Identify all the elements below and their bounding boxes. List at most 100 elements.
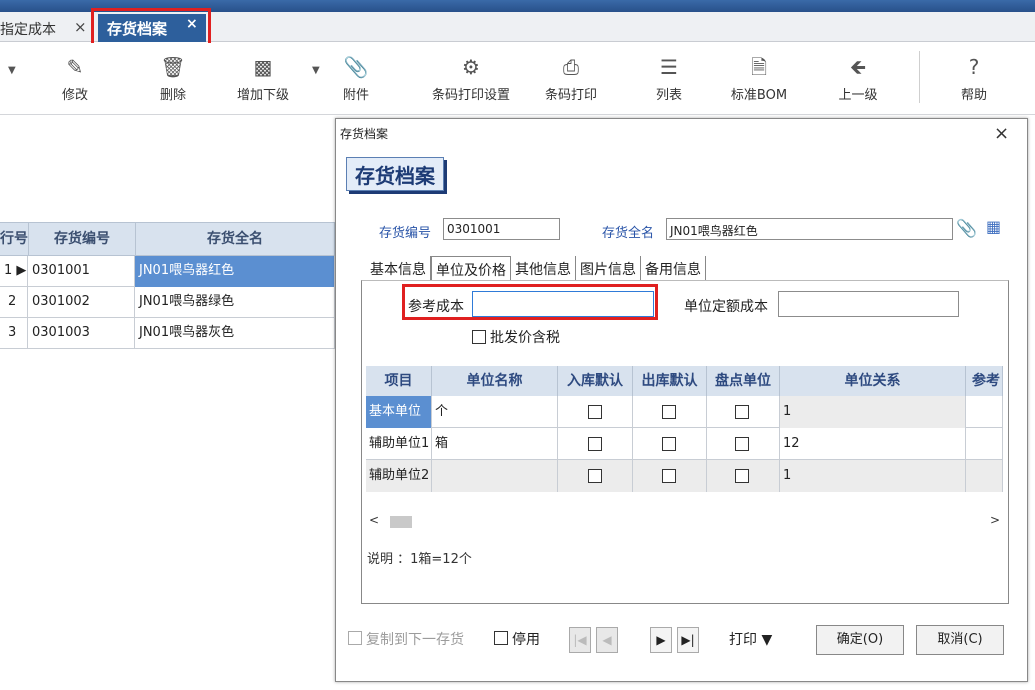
ok-button[interactable]: 确定(O) bbox=[816, 625, 904, 655]
wholesale-tax-checkbox[interactable] bbox=[472, 330, 486, 344]
unit-relation[interactable]: 1 bbox=[780, 460, 966, 492]
delete-button[interactable]: 🗑 删除 bbox=[152, 55, 194, 103]
attachment-icon[interactable]: 📎 bbox=[956, 219, 977, 239]
row-name: JN01喂鸟器灰色 bbox=[135, 318, 335, 349]
cancel-button[interactable]: 取消(C) bbox=[916, 625, 1004, 655]
code-field[interactable]: 0301001 bbox=[443, 218, 560, 240]
horizontal-scrollbar[interactable]: < > bbox=[366, 513, 1003, 531]
disable-checkbox[interactable] bbox=[494, 631, 508, 645]
in-default-checkbox[interactable] bbox=[588, 469, 602, 483]
table-row[interactable]: 基本单位 个 1 bbox=[366, 396, 1003, 428]
in-default-cell bbox=[558, 460, 633, 492]
prev-record-icon[interactable]: ◀ bbox=[596, 627, 618, 653]
edit-button[interactable]: ✎ 修改 bbox=[54, 55, 96, 103]
next-record-icon[interactable]: ▶ bbox=[650, 627, 672, 653]
unit-note: 说明 ：1箱=12个 bbox=[367, 552, 472, 567]
row-name: JN01喂鸟器绿色 bbox=[135, 287, 335, 318]
row-no: 3 bbox=[0, 318, 28, 349]
disable-label: 停用 bbox=[512, 632, 540, 648]
unit-price-panel: 参考成本 单位定额成本 批发价含税 项目 单位名称 入库默认 出库默认 盘点单位… bbox=[361, 280, 1009, 604]
scroll-right-icon[interactable]: > bbox=[990, 513, 1000, 527]
copy-next-checkbox[interactable] bbox=[348, 631, 362, 645]
tab-prev[interactable]: 指定成本 bbox=[0, 19, 56, 39]
table-row[interactable]: 辅助单位1 箱 12 bbox=[366, 428, 1003, 460]
col-header-row-no[interactable]: 行号 bbox=[0, 222, 29, 256]
unit-relation[interactable]: 1 bbox=[780, 396, 966, 428]
in-default-cell bbox=[558, 428, 633, 460]
subtab-bar: 基本信息 单位及价格 其他信息 图片信息 备用信息 bbox=[366, 256, 706, 280]
up-level-button[interactable]: 🡸 上一级 bbox=[832, 55, 884, 103]
col-header-name[interactable]: 存货全名 bbox=[135, 222, 335, 256]
attachment-button[interactable]: 📎 附件 bbox=[326, 55, 386, 103]
dropdown-arrow-icon[interactable]: ▼ bbox=[8, 65, 16, 76]
unit-name[interactable]: 个 bbox=[432, 396, 558, 428]
col-header-unit-name[interactable]: 单位名称 bbox=[432, 366, 558, 396]
add-sublevel-button[interactable]: ▩ 增加下级 bbox=[232, 55, 294, 103]
standard-bom-button[interactable]: 🗎 标准BOM bbox=[728, 55, 790, 103]
row-code: 0301002 bbox=[28, 287, 135, 318]
scroll-thumb[interactable] bbox=[390, 516, 412, 528]
last-record-icon[interactable]: ▶| bbox=[677, 627, 699, 653]
name-label: 存货全名 bbox=[602, 226, 655, 241]
table-row[interactable]: 1 ▶ 0301001 JN01喂鸟器红色 bbox=[0, 256, 335, 287]
stocktake-unit-checkbox[interactable] bbox=[735, 437, 749, 451]
out-default-checkbox[interactable] bbox=[662, 437, 676, 451]
tab-other-info[interactable]: 其他信息 bbox=[511, 256, 576, 280]
tab-prev-close-icon[interactable]: × bbox=[74, 18, 87, 36]
col-header-reference[interactable]: 参考 bbox=[966, 366, 1003, 396]
col-header-in-default[interactable]: 入库默认 bbox=[558, 366, 633, 396]
unit-reference[interactable] bbox=[966, 396, 1003, 428]
document-search-icon: 🗎 bbox=[750, 55, 768, 79]
list-button[interactable]: ☰ 列表 bbox=[648, 55, 690, 103]
stocktake-unit-checkbox[interactable] bbox=[735, 469, 749, 483]
table-row[interactable]: 2 0301002 JN01喂鸟器绿色 bbox=[0, 287, 335, 318]
unit-name[interactable] bbox=[432, 460, 558, 492]
unit-reference[interactable] bbox=[966, 428, 1003, 460]
code-label: 存货编号 bbox=[379, 226, 432, 241]
unit-reference[interactable] bbox=[966, 460, 1003, 492]
out-default-cell bbox=[633, 428, 707, 460]
tab-image-info[interactable]: 图片信息 bbox=[576, 256, 641, 280]
table-row[interactable]: 3 0301003 JN01喂鸟器灰色 bbox=[0, 318, 335, 349]
in-default-checkbox[interactable] bbox=[588, 437, 602, 451]
unit-name[interactable]: 箱 bbox=[432, 428, 558, 460]
out-default-cell bbox=[633, 460, 707, 492]
qr-code-icon[interactable]: ▦ bbox=[986, 217, 1010, 239]
unit-item: 辅助单位2 bbox=[366, 460, 432, 492]
row-no: 2 bbox=[0, 287, 28, 318]
scroll-left-icon[interactable]: < bbox=[369, 513, 379, 527]
barcode-print-button[interactable]: ⎙ 条码打印 bbox=[540, 55, 602, 103]
out-default-checkbox[interactable] bbox=[662, 469, 676, 483]
out-default-cell bbox=[633, 396, 707, 428]
unit-item: 辅助单位1 bbox=[366, 428, 432, 460]
unit-quota-cost-input[interactable] bbox=[778, 291, 959, 317]
col-header-item[interactable]: 项目 bbox=[366, 366, 432, 396]
tab-basic-info[interactable]: 基本信息 bbox=[366, 256, 431, 280]
stocktake-unit-cell bbox=[707, 460, 780, 492]
col-header-out-default[interactable]: 出库默认 bbox=[633, 366, 707, 396]
tab-backup-info[interactable]: 备用信息 bbox=[641, 256, 706, 280]
out-default-checkbox[interactable] bbox=[662, 405, 676, 419]
printer-icon: ⎙ bbox=[563, 55, 579, 79]
table-row[interactable]: 辅助单位2 1 bbox=[366, 460, 1003, 492]
unit-relation[interactable]: 12 bbox=[780, 428, 966, 460]
col-header-stocktake-unit[interactable]: 盘点单位 bbox=[707, 366, 780, 396]
help-button[interactable]: ? 帮助 bbox=[954, 55, 994, 103]
col-header-unit-relation[interactable]: 单位关系 bbox=[780, 366, 966, 396]
first-record-icon[interactable]: |◀ bbox=[569, 627, 591, 653]
barcode-print-settings-button[interactable]: ⚙ 条码打印设置 bbox=[426, 55, 516, 103]
row-pointer-icon: ▶ bbox=[16, 263, 27, 278]
in-default-checkbox[interactable] bbox=[588, 405, 602, 419]
stocktake-unit-checkbox[interactable] bbox=[735, 405, 749, 419]
name-field[interactable]: JN01喂鸟器红色 bbox=[666, 218, 953, 240]
dialog-close-icon[interactable]: × bbox=[994, 123, 1009, 144]
toolbar: ▼ ✎ 修改 🗑 删除 ▩ 增加下级 ▼ 📎 附件 ⚙ 条码打印设置 ⎙ 条码打… bbox=[0, 43, 1035, 115]
dialog-heading: 存货档案 bbox=[346, 157, 444, 191]
col-header-code[interactable]: 存货编号 bbox=[28, 222, 136, 256]
add-sublevel-dropdown-icon[interactable]: ▼ bbox=[312, 65, 320, 76]
in-default-cell bbox=[558, 396, 633, 428]
dialog-window-title: 存货档案 bbox=[340, 127, 389, 141]
row-code: 0301003 bbox=[28, 318, 135, 349]
print-dropdown[interactable]: 打印 ▼ bbox=[729, 629, 772, 649]
tab-unit-and-price[interactable]: 单位及价格 bbox=[431, 256, 511, 280]
